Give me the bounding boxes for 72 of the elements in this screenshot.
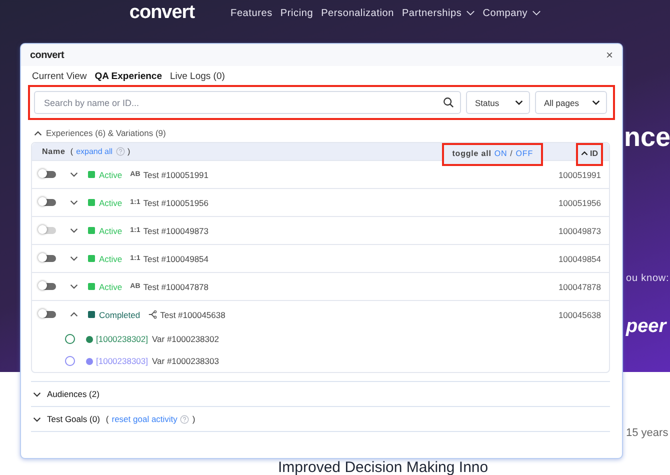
toggle-switch[interactable] (40, 255, 56, 262)
chevron-down-icon[interactable] (70, 200, 78, 205)
tab[interactable]: Current View (32, 71, 87, 82)
reset-link[interactable]: reset goal activity (112, 414, 178, 424)
status-label: Active (99, 254, 122, 264)
filter-dropdown[interactable]: All pages (535, 91, 607, 114)
search-field[interactable]: Search by name or ID... (34, 91, 461, 114)
experience-id: 100051956 (558, 198, 601, 208)
section-title[interactable]: Experiences (6) & Variations (9) (46, 128, 166, 138)
parenthesis: ( (70, 147, 74, 156)
section-title[interactable]: Test Goals (0) (47, 414, 100, 424)
chevron-down-icon (515, 100, 523, 105)
section-title[interactable]: Audiences (2) (47, 389, 100, 399)
chevron-down-icon[interactable] (70, 256, 78, 261)
experience-id: 100049854 (558, 254, 601, 264)
experience-name[interactable]: Test #100051991 (143, 170, 209, 180)
toggle-all-label: toggle all (452, 149, 492, 158)
experience-name[interactable]: Test #100049854 (143, 254, 209, 264)
sort-up-icon (581, 151, 588, 156)
variation-id: [1000238302] (96, 334, 148, 344)
close-button[interactable]: × (606, 48, 613, 62)
experience-id: 100051991 (558, 170, 601, 180)
variation-radio[interactable] (65, 356, 75, 366)
column-header: Name (42, 147, 66, 156)
section-heading: Improved Decision Making Inno (278, 461, 488, 475)
parenthesis: ) (128, 147, 130, 156)
separator-text: / (510, 149, 513, 158)
panel-logo: convert (30, 50, 64, 60)
status-label: Active (99, 282, 122, 292)
status-label: Active (99, 170, 122, 180)
split-icon (148, 310, 158, 319)
variation-radio[interactable] (65, 334, 75, 344)
site-logo[interactable]: convert (129, 2, 195, 24)
nav-link[interactable]: Personalization (321, 8, 394, 18)
variation-id: [1000238303] (96, 356, 148, 366)
experience-id: 100047878 (558, 282, 601, 292)
experience-id: 100049873 (558, 226, 601, 236)
experience-id: 100045638 (558, 310, 601, 320)
toggle-switch[interactable] (40, 283, 56, 290)
experience-name[interactable]: Test #100047878 (143, 282, 209, 292)
toggle-switch[interactable] (40, 171, 56, 178)
status-label: Active (99, 226, 122, 236)
filter-dropdown[interactable]: Status (466, 91, 530, 114)
experience-name[interactable]: Test #100045638 (160, 310, 226, 320)
chevron-down-icon[interactable] (70, 284, 78, 289)
search-icon[interactable] (443, 97, 454, 108)
stat-text: 15 years (626, 427, 668, 439)
chevron-up-icon[interactable] (70, 312, 78, 317)
tab[interactable]: Live Logs (0) (170, 71, 225, 82)
parenthesis: ( (106, 414, 109, 424)
chevron-up-icon[interactable] (34, 130, 42, 136)
chevron-down-icon[interactable] (70, 172, 78, 177)
nav-link[interactable]: Company (482, 8, 541, 18)
partner-logo: peer (626, 316, 666, 338)
variation-name: Var #1000238302 (152, 334, 219, 344)
parenthesis: ) (192, 414, 196, 424)
nav-link[interactable]: Features (230, 8, 272, 18)
chevron-down-icon[interactable] (33, 416, 41, 422)
page-heading: nce (624, 122, 670, 153)
nav-link[interactable]: Partnerships (402, 8, 475, 18)
status-label: Completed (99, 310, 140, 320)
toggle-switch[interactable] (40, 199, 56, 206)
experience-name[interactable]: Test #100051956 (143, 198, 209, 208)
promo-text: ou know: (626, 273, 670, 284)
id-column-header[interactable]: ID (576, 143, 603, 166)
chevron-down-icon (592, 100, 600, 105)
nav-link[interactable]: Pricing (280, 8, 314, 18)
status-label: Active (99, 198, 122, 208)
variation-name: Var #1000238303 (152, 356, 219, 366)
chevron-down-icon[interactable] (33, 392, 41, 396)
toggle-switch[interactable] (40, 311, 56, 318)
tab[interactable]: QA Experience (94, 71, 162, 82)
